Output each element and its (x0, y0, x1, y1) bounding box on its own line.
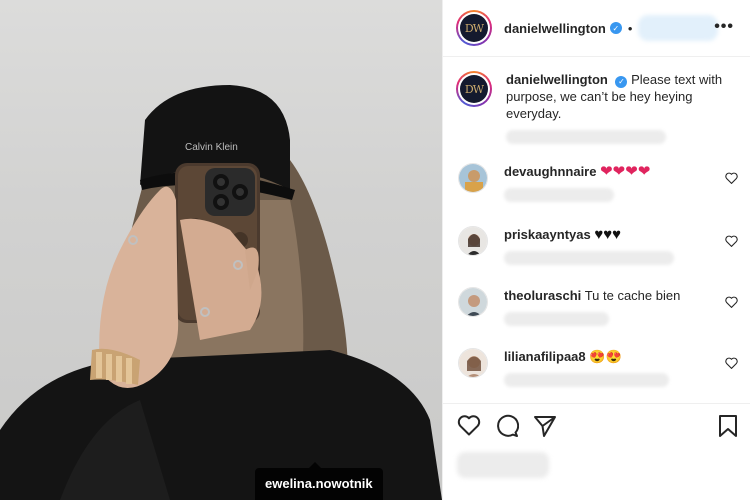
caption-meta-blurred (506, 130, 666, 144)
comment-username[interactable]: theoluraschi (504, 288, 581, 303)
paper-plane-icon[interactable] (533, 414, 557, 443)
comment-meta-blurred (504, 251, 674, 265)
red-heart-emoji: ❤ (637, 163, 651, 180)
post-details-panel: DW danielwellington ✓ • ••• DW danielwel… (442, 0, 750, 500)
post-caption: DW danielwellington ✓ Please text with p… (443, 57, 750, 144)
follow-button-blurred[interactable] (638, 15, 719, 41)
commenter-avatar[interactable] (458, 163, 488, 193)
comment-text: Tu te cache bien (584, 288, 681, 303)
header-separator: • (627, 20, 633, 36)
more-options-icon[interactable]: ••• (714, 18, 734, 36)
cap-logo-text: Calvin Klein (185, 142, 238, 153)
comment-username[interactable]: lilianafilipaa8 (504, 349, 586, 364)
comment-bubble-icon[interactable] (495, 414, 520, 443)
post-header: DW danielwellington ✓ • ••• (443, 0, 750, 57)
brand-logo: DW (460, 14, 488, 42)
red-heart-emoji: ❤ (625, 163, 638, 180)
black-heart-emoji: ♥ (594, 226, 604, 243)
comment-meta-blurred (504, 312, 609, 326)
commenter-avatar[interactable] (458, 226, 488, 256)
commenter-avatar[interactable] (458, 348, 488, 378)
black-heart-emoji: ♥ (603, 226, 613, 243)
comments-list: devaughnnaire ❤❤❤❤ priskaayntyas ♥♥♥ the… (443, 163, 750, 409)
caption-author-avatar[interactable]: DW (456, 71, 492, 107)
tagged-user-label[interactable]: ewelina.nowotnik (255, 462, 383, 500)
brand-logo: DW (460, 75, 488, 103)
heart-outline-icon[interactable] (457, 414, 481, 443)
caption-username[interactable]: danielwellington (506, 72, 608, 87)
comment-like-heart-icon[interactable] (725, 171, 738, 189)
comment-item: lilianafilipaa8 😍😍 (443, 348, 750, 409)
photo-illustration: Calvin Klein (0, 85, 442, 500)
comment-item: priskaayntyas ♥♥♥ (443, 226, 750, 287)
bookmark-icon[interactable] (718, 414, 738, 443)
comment-meta-blurred (504, 373, 669, 387)
comment-like-heart-icon[interactable] (725, 356, 738, 374)
comment-item: devaughnnaire ❤❤❤❤ (443, 163, 750, 226)
comment-item: theoluraschi Tu te cache bien (443, 287, 750, 348)
red-heart-emoji: ❤ (612, 163, 626, 180)
verified-badge-icon: ✓ (609, 22, 622, 34)
actions-divider (443, 403, 750, 404)
caption-body: danielwellington ✓ Please text with purp… (506, 71, 726, 144)
commenter-avatar[interactable] (458, 287, 488, 317)
comment-username[interactable]: priskaayntyas (504, 227, 591, 242)
verified-badge-icon: ✓ (615, 75, 628, 88)
comment-meta-blurred (504, 188, 614, 202)
likes-count-blurred (457, 452, 549, 478)
post-photo[interactable]: Calvin Klein ewelina.nowotnik (0, 0, 442, 500)
author-avatar[interactable]: DW (456, 10, 492, 46)
comment-username[interactable]: devaughnnaire (504, 164, 596, 179)
comment-like-heart-icon[interactable] (725, 234, 738, 252)
post-action-bar (457, 414, 557, 443)
heart-eyes-emoji: 😍 (589, 349, 606, 364)
author-username[interactable]: danielwellington (504, 21, 606, 36)
black-heart-emoji: ♥ (612, 226, 622, 243)
comment-like-heart-icon[interactable] (725, 295, 738, 313)
heart-eyes-emoji: 😍 (605, 349, 622, 364)
red-heart-emoji: ❤ (600, 163, 613, 180)
